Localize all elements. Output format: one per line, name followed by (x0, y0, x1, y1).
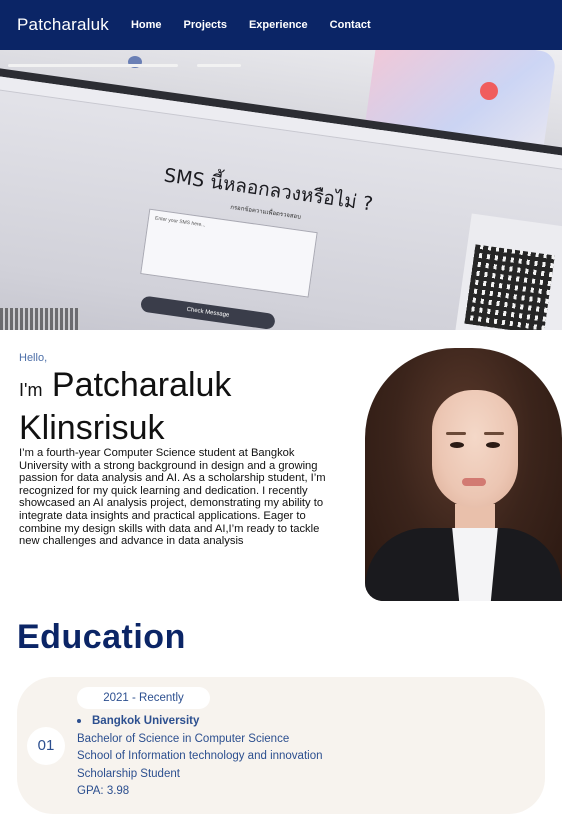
first-name: Patcharaluk (51, 366, 232, 404)
education-school: School of Information technology and inn… (77, 750, 323, 762)
education-university: Bangkok University (77, 715, 323, 727)
education-heading: Education (17, 618, 186, 656)
bullet-icon (77, 719, 81, 723)
photo-face (432, 390, 518, 508)
education-scholarship: Scholarship Student (77, 767, 180, 780)
photo-eye-left (450, 442, 464, 448)
photo-brow-left (446, 432, 466, 435)
background-red-dot (480, 82, 498, 100)
sms-input-placeholder: Enter your SMS here... (154, 215, 206, 229)
slide-indicator[interactable] (197, 64, 241, 67)
profile-photo (365, 344, 562, 601)
sms-check-button: Check Message (139, 295, 276, 330)
hello-text: Hello, (19, 352, 48, 364)
nav-link-experience[interactable]: Experience (249, 19, 308, 31)
photo-eye-right (486, 442, 500, 448)
nav-link-projects[interactable]: Projects (184, 19, 227, 31)
last-name: Klinsrisuk (19, 409, 165, 447)
sms-input-box: Enter your SMS here... (140, 208, 318, 298)
qr-panel (452, 213, 562, 330)
top-navbar: Patcharaluk Home Projects Experience Con… (0, 0, 562, 50)
university-name: Bangkok University (92, 715, 200, 727)
education-degree: Bachelor of Science in Computer Science (77, 732, 290, 745)
nav-link-home[interactable]: Home (131, 19, 162, 31)
slide-indicator-active[interactable] (8, 64, 178, 67)
education-date-badge: 2021 - Recently (77, 687, 210, 709)
photo-brow-right (484, 432, 504, 435)
im-prefix: I'm (19, 380, 43, 400)
education-number-badge: 01 (27, 727, 65, 765)
education-card: 2021 - Recently 01 Bangkok University Ba… (17, 677, 545, 814)
nav-menu: Home Projects Experience Contact (131, 19, 393, 31)
brand-logo-link[interactable]: Patcharaluk (17, 15, 109, 35)
education-gpa: GPA: 3.98 (77, 785, 130, 797)
qr-code-icon (464, 244, 555, 330)
keyboard-edge (0, 308, 80, 330)
bio-paragraph: I’m a fourth-year Computer Science stude… (19, 447, 326, 548)
photo-lips (462, 478, 486, 486)
full-name-heading: I'm Patcharaluk Klinsrisuk (19, 366, 369, 447)
hero-image: SMS นี้หลอกลวงหรือไม่ ? กรอกข้อความเพื่อ… (0, 50, 562, 330)
nav-link-contact[interactable]: Contact (330, 19, 371, 31)
education-details: Bangkok University Bachelor of Science i… (77, 715, 323, 797)
